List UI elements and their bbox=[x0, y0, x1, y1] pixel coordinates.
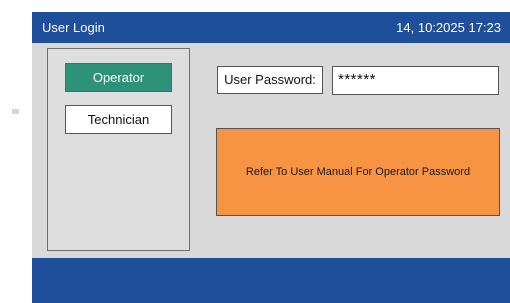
login-screen: User Login 14, 10:2025 17:23 Operator Te… bbox=[0, 0, 510, 303]
password-field[interactable]: ****** bbox=[332, 66, 499, 95]
bottom-bar bbox=[32, 258, 510, 303]
technician-button[interactable]: Technician bbox=[65, 105, 172, 134]
operator-button[interactable]: Operator bbox=[65, 63, 172, 92]
login-panel: User Login 14, 10:2025 17:23 Operator Te… bbox=[32, 12, 510, 303]
role-selector: Operator Technician bbox=[47, 48, 190, 251]
window-title: User Login bbox=[42, 20, 105, 35]
password-label: User Password: bbox=[217, 66, 323, 94]
datetime-display: 14, 10:2025 17:23 bbox=[396, 20, 501, 35]
edge-mark bbox=[12, 109, 19, 114]
password-notice: Refer To User Manual For Operator Passwo… bbox=[216, 128, 500, 216]
title-bar: User Login 14, 10:2025 17:23 bbox=[32, 12, 510, 43]
